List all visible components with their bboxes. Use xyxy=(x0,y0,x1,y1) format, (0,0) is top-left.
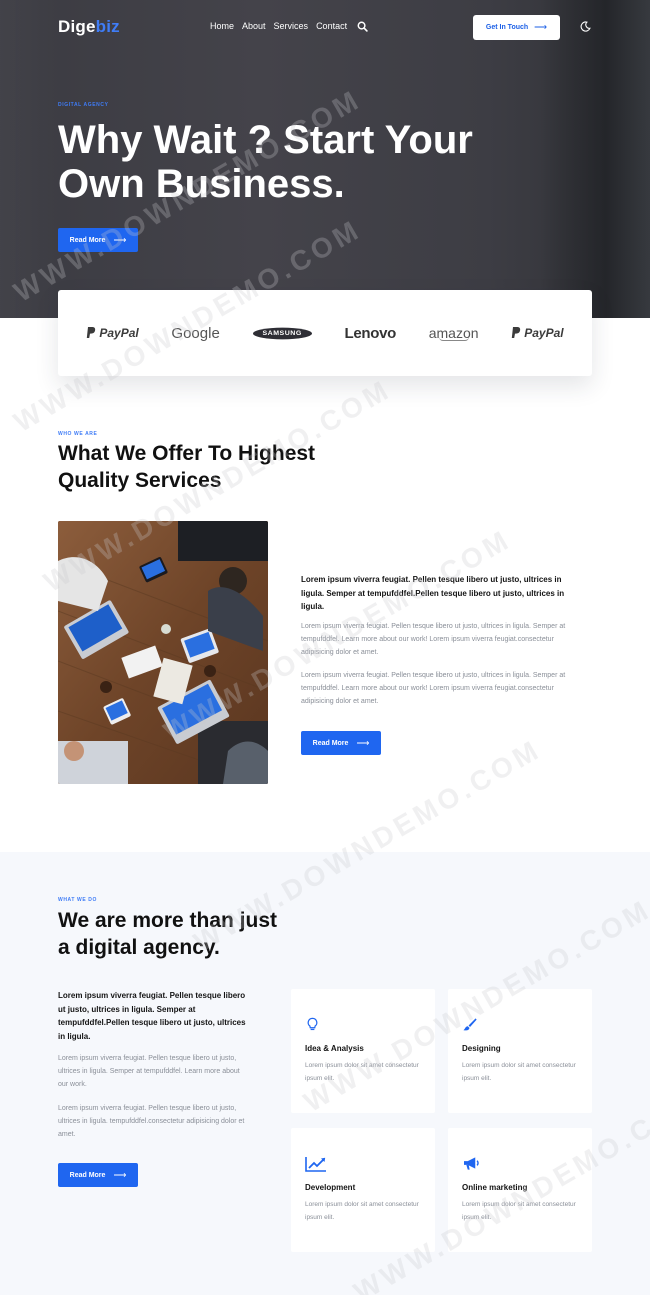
team-meeting-illustration xyxy=(58,521,268,784)
hero-title-line1: Why Wait ? Start Your xyxy=(58,118,473,162)
brand-paypal: PayPal xyxy=(86,326,139,340)
services-title: We are more than just a digital agency. xyxy=(58,907,277,961)
service-card-title: Idea & Analysis xyxy=(305,1044,364,1053)
paypal-icon xyxy=(512,327,521,338)
hero-section: Digebiz Home About Services Contact Get … xyxy=(0,0,650,318)
hero-left-shade xyxy=(0,0,60,318)
services-read-more-label: Read More xyxy=(69,1171,106,1179)
nav-contact[interactable]: Contact xyxy=(316,21,347,31)
nav-about[interactable]: About xyxy=(242,21,266,31)
brand-lenovo: Lenovo xyxy=(344,324,397,342)
main-nav: Home About Services Contact xyxy=(210,21,347,31)
get-in-touch-label: Get In Touch xyxy=(485,24,529,31)
services-title-line2: a digital agency. xyxy=(58,936,220,959)
moon-icon[interactable] xyxy=(580,21,591,32)
services-section: WHAT WE DO We are more than just a digit… xyxy=(0,852,650,1295)
brand-paypal-text: PayPal xyxy=(99,326,139,340)
hero-right-shade xyxy=(540,0,650,318)
hero-eyebrow: DIGITAL AGENCY xyxy=(58,102,109,108)
brand-samsung: SAMSUNG xyxy=(252,327,312,339)
about-read-more-label: Read More xyxy=(312,739,349,747)
about-paragraph-2: Lorem ipsum viverra feugiat. Pellen tesq… xyxy=(301,672,566,705)
megaphone-icon xyxy=(464,1157,479,1170)
logo-text-main: Dige xyxy=(58,17,96,36)
search-icon[interactable] xyxy=(357,21,368,32)
logo-text-accent: biz xyxy=(95,17,120,36)
brand-google: Google xyxy=(171,324,220,342)
site-logo[interactable]: Digebiz xyxy=(58,17,120,37)
brand-amazon: amazon xyxy=(429,326,479,341)
services-read-more-button[interactable]: Read More ⟶ xyxy=(58,1163,138,1187)
get-in-touch-button[interactable]: Get In Touch ⟶ xyxy=(473,15,560,40)
about-title-line2: Quality Services xyxy=(58,469,222,492)
nav-home[interactable]: Home xyxy=(210,21,234,31)
paintbrush-icon xyxy=(463,1018,477,1031)
team-meeting-photo xyxy=(58,521,268,784)
service-card-title: Designing xyxy=(462,1044,501,1053)
arrow-right-icon: ⟶ xyxy=(113,1169,127,1180)
amazon-smile-icon xyxy=(438,337,469,341)
chart-line-icon xyxy=(305,1157,326,1172)
service-card-development[interactable]: Development Lorem ipsum dolor sit amet c… xyxy=(291,1128,435,1252)
service-card-desc: Lorem ipsum dolor sit amet consectetur i… xyxy=(462,1201,576,1221)
hero-read-more-button[interactable]: Read More ⟶ xyxy=(58,228,138,252)
paypal-icon xyxy=(87,327,96,338)
about-paragraph-1: Lorem ipsum viverra feugiat. Pellen tesq… xyxy=(301,623,566,656)
hero-title-line2: Own Business. xyxy=(58,162,345,206)
service-card-desc: Lorem ipsum dolor sit amet consectetur i… xyxy=(305,1201,419,1221)
services-title-line1: We are more than just xyxy=(58,909,278,932)
service-card-title: Development xyxy=(305,1183,356,1192)
arrow-right-icon: ⟶ xyxy=(534,22,548,32)
about-read-more-button[interactable]: Read More ⟶ xyxy=(301,731,381,755)
about-eyebrow: WHO WE ARE xyxy=(58,431,98,437)
nav-services[interactable]: Services xyxy=(274,21,309,31)
services-paragraph-1: Lorem ipsum viverra feugiat. Pellen tesq… xyxy=(58,1055,240,1088)
lightbulb-icon xyxy=(307,1017,318,1031)
brand-logos-strip: PayPal Google SAMSUNG Lenovo amazon PayP… xyxy=(58,290,592,376)
services-eyebrow: WHAT WE DO xyxy=(58,897,97,903)
hero-read-more-label: Read More xyxy=(69,236,106,244)
hero-title: Why Wait ? Start Your Own Business. xyxy=(58,118,538,206)
arrow-right-icon: ⟶ xyxy=(113,234,127,245)
services-lead-text: Lorem ipsum viverra feugiat. Pellen tesq… xyxy=(58,991,246,1041)
about-lead-text: Lorem ipsum viverra feugiat. Pellen tesq… xyxy=(301,575,565,611)
service-card-desc: Lorem ipsum dolor sit amet consectetur i… xyxy=(305,1062,419,1082)
about-title-line1: What We Offer To Highest xyxy=(58,442,316,465)
service-card-title: Online marketing xyxy=(462,1183,528,1192)
brand-paypal-2: PayPal xyxy=(511,326,564,340)
service-card-designing[interactable]: Designing Lorem ipsum dolor sit amet con… xyxy=(448,989,592,1113)
about-title: What We Offer To Highest Quality Service… xyxy=(58,440,315,494)
services-paragraph-2: Lorem ipsum viverra feugiat. Pellen tesq… xyxy=(58,1105,245,1138)
service-card-desc: Lorem ipsum dolor sit amet consectetur i… xyxy=(462,1062,576,1082)
brand-paypal-2-text: PayPal xyxy=(524,326,564,340)
arrow-right-icon: ⟶ xyxy=(356,737,370,748)
service-card-idea[interactable]: Idea & Analysis Lorem ipsum dolor sit am… xyxy=(291,989,435,1113)
service-card-marketing[interactable]: Online marketing Lorem ipsum dolor sit a… xyxy=(448,1128,592,1252)
